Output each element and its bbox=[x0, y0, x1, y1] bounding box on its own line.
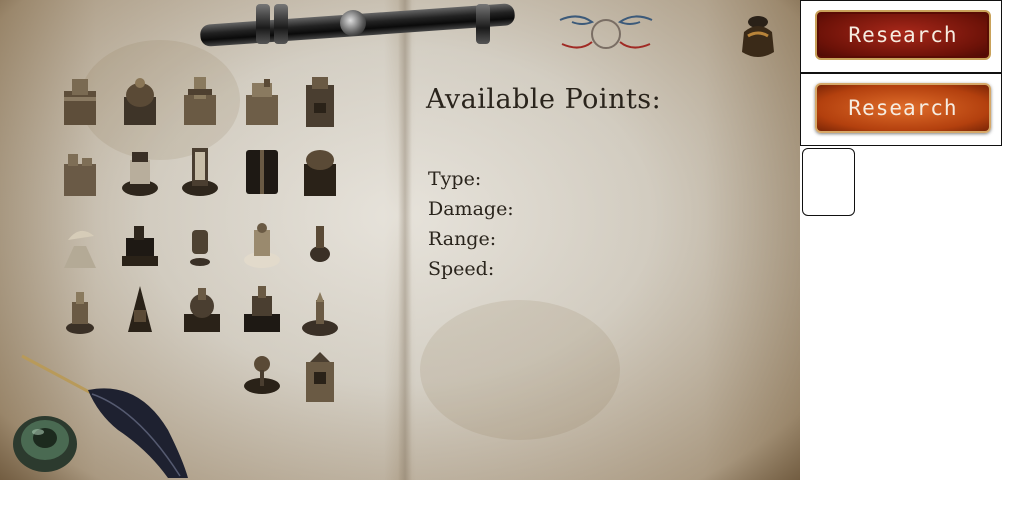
radar-dish-icon bbox=[64, 230, 96, 268]
ruined-tower-icon bbox=[64, 154, 96, 196]
unit-fan-turret[interactable] bbox=[240, 352, 284, 404]
sentry-icon bbox=[310, 226, 330, 262]
unit-keep-tower[interactable] bbox=[298, 75, 342, 127]
small-turret-icon bbox=[190, 230, 210, 266]
gatling-icon bbox=[122, 226, 158, 266]
unit-stone-tower[interactable] bbox=[58, 75, 102, 127]
unit-ruined-tower[interactable] bbox=[58, 146, 102, 198]
unit-tesla-coil[interactable] bbox=[240, 220, 284, 272]
tesla-coil-icon bbox=[244, 223, 280, 268]
paper-stain bbox=[420, 300, 620, 440]
type-label: Type: bbox=[428, 168, 482, 190]
research-button-frame: Research bbox=[800, 0, 1002, 73]
unit-mortar[interactable] bbox=[58, 288, 102, 340]
unit-radar-dish[interactable] bbox=[58, 220, 102, 272]
research-button[interactable]: Research bbox=[815, 10, 991, 60]
unit-fort-tower[interactable] bbox=[240, 75, 284, 127]
range-label: Range: bbox=[428, 228, 497, 250]
heavy-artillery-icon bbox=[244, 286, 280, 332]
unit-spike-turret[interactable] bbox=[298, 290, 342, 342]
unit-dome-tower[interactable] bbox=[118, 75, 162, 127]
rifle-scope-icon bbox=[199, 0, 520, 52]
unit-obelisk-tower[interactable] bbox=[298, 350, 342, 402]
speed-label: Speed: bbox=[428, 258, 495, 280]
research-button-frame: Research bbox=[800, 73, 1002, 146]
research-book: Available Points: Type: Damage: Range: S… bbox=[0, 0, 800, 480]
inkwell-icon bbox=[742, 16, 774, 57]
keep-tower-icon bbox=[306, 77, 334, 127]
pillbox-icon bbox=[304, 150, 336, 196]
dome-tower-icon bbox=[124, 78, 156, 125]
book-spine bbox=[398, 0, 412, 480]
artillery-icon bbox=[184, 288, 220, 332]
twin-bunker-icon bbox=[246, 150, 278, 194]
quill-icon bbox=[21, 354, 188, 478]
obelisk-tower-icon bbox=[306, 352, 334, 402]
unit-sentry[interactable] bbox=[298, 220, 342, 272]
unit-cannon-tower[interactable] bbox=[178, 146, 222, 198]
unit-artillery[interactable] bbox=[180, 284, 224, 336]
stone-tower-icon bbox=[64, 79, 96, 125]
tall-tower-icon bbox=[184, 77, 216, 125]
unit-small-turret[interactable] bbox=[178, 220, 222, 272]
unit-pillbox[interactable] bbox=[298, 146, 342, 198]
unit-heavy-artillery[interactable] bbox=[240, 284, 284, 336]
empty-slot bbox=[802, 148, 855, 216]
machine-gun-icon bbox=[122, 152, 158, 196]
unit-crane[interactable] bbox=[118, 282, 162, 334]
crane-icon bbox=[128, 286, 152, 332]
fan-turret-icon bbox=[244, 356, 280, 394]
available-points-label: Available Points: bbox=[426, 84, 662, 115]
research-button-highlight[interactable]: Research bbox=[815, 83, 991, 133]
fort-tower-icon bbox=[246, 79, 278, 125]
unit-machine-gun[interactable] bbox=[118, 146, 162, 198]
mortar-icon bbox=[66, 292, 94, 334]
ornament-icon bbox=[559, 15, 653, 49]
unit-tall-tower[interactable] bbox=[178, 75, 222, 127]
spike-turret-icon bbox=[302, 292, 338, 336]
cannon-tower-icon bbox=[182, 148, 218, 196]
unit-twin-bunker[interactable] bbox=[240, 146, 284, 198]
unit-gatling[interactable] bbox=[118, 220, 162, 272]
damage-label: Damage: bbox=[428, 198, 514, 220]
